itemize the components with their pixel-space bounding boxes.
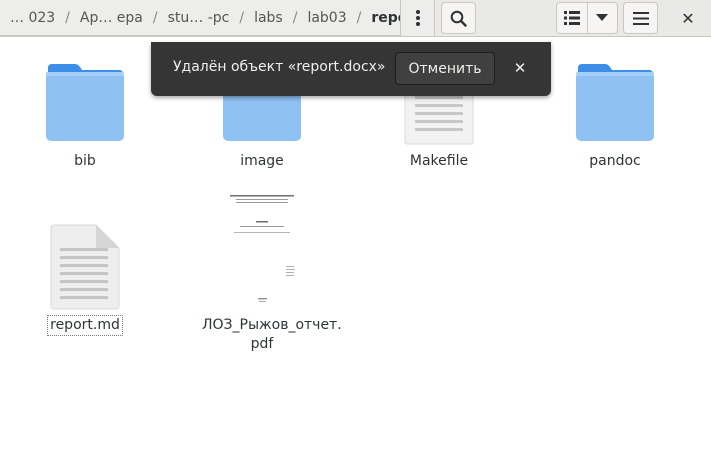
hamburger-icon [632,11,649,25]
text-file-icon [50,224,120,310]
view-options-dropdown[interactable] [586,3,618,33]
header-bar: … 023 / Ap… epa / stu… -pc / labs / lab0… [0,0,711,37]
notification-message: Удалён объект «report.docx» [173,59,386,75]
file-item-pandoc[interactable]: pandoc [555,62,675,171]
undo-notification: Удалён объект «report.docx» Отменить ✕ [151,42,551,96]
undo-button[interactable]: Отменить [395,52,495,85]
file-item-pdf[interactable]: ЛОЗ_Рыжов_отчет. pdf [202,190,342,354]
breadcrumb: … 023 / Ap… epa / stu… -pc / labs / lab0… [0,0,432,36]
crumb-lab03[interactable]: lab03 [297,0,356,35]
path-menu-button[interactable] [400,0,435,36]
folder-icon [576,64,654,141]
file-item-bib[interactable]: bib [25,62,145,171]
view-mode-group [556,2,618,34]
close-icon: ✕ [513,59,527,77]
crumb-labs[interactable]: labs [244,0,293,35]
close-icon: ✕ [681,8,695,28]
search-icon [450,10,467,27]
main-menu-button[interactable] [623,2,658,34]
window-close-button[interactable]: ✕ [672,2,704,34]
file-item-report-md[interactable]: report.md [25,224,145,336]
search-button[interactable] [441,2,476,34]
file-name: image [240,153,284,169]
file-name-line-2: pdf [250,336,274,352]
list-view-button[interactable] [557,3,587,33]
file-name: Makefile [409,153,469,169]
list-view-icon [563,11,580,25]
file-name[interactable]: report.md [47,315,123,336]
file-name-line-1: ЛОЗ_Рыжов_отчет. [202,317,342,333]
folder-icon [46,64,124,141]
vertical-dots-icon [415,10,420,26]
notification-close-button[interactable]: ✕ [508,56,532,80]
crumb-023[interactable]: … 023 [0,0,65,35]
chevron-down-icon [596,14,609,21]
crumb-stu-pc[interactable]: stu… -pc [158,0,240,35]
pdf-thumbnail-icon [224,190,300,308]
file-name: pandoc [589,153,641,169]
file-name: bib [74,153,96,169]
crumb-ap-epa[interactable]: Ap… epa [70,0,153,35]
